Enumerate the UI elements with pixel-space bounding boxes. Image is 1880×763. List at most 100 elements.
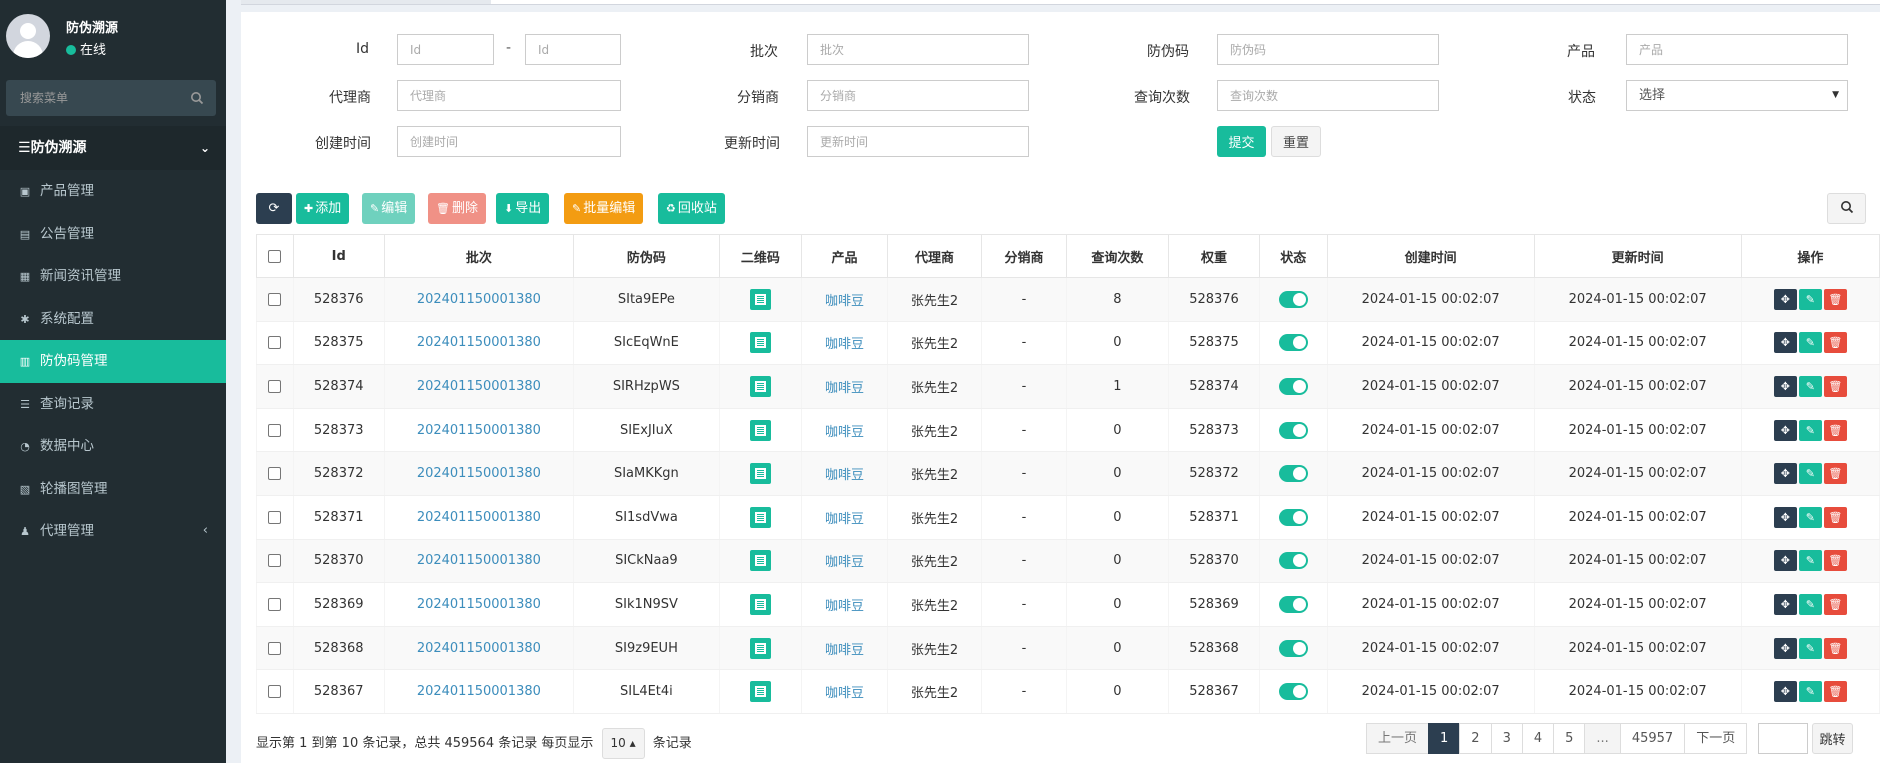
page-button-3[interactable]: 3	[1490, 723, 1523, 754]
drag-handle-icon[interactable]: ✥	[1773, 637, 1797, 659]
filter-created-input[interactable]	[397, 126, 621, 157]
row-checkbox[interactable]	[268, 467, 282, 481]
row-checkbox[interactable]	[268, 336, 282, 350]
column-header[interactable]: 创建时间	[1326, 234, 1535, 278]
table-row[interactable]: 528370 202401150001380 SICkNaa9 咖啡豆 张先生2-0 52…	[256, 538, 1880, 584]
row-checkbox[interactable]	[268, 292, 282, 306]
select-all-checkbox[interactable]	[268, 249, 282, 263]
batch-link[interactable]: 202401150001380	[417, 292, 541, 307]
status-toggle[interactable]	[1278, 595, 1308, 613]
column-header[interactable]: 状态	[1258, 234, 1328, 278]
batch-link[interactable]: 202401150001380	[417, 553, 541, 568]
row-select-cell[interactable]	[256, 277, 294, 322]
batch-link[interactable]: 202401150001380	[417, 423, 541, 438]
sidebar-section-header[interactable]: ☰防伪溯源 ⌄	[0, 126, 226, 170]
menu-search-input[interactable]	[6, 80, 186, 116]
row-delete-button[interactable]: 🗑	[1823, 550, 1847, 572]
drag-handle-icon[interactable]: ✥	[1773, 506, 1797, 528]
status-toggle[interactable]	[1278, 421, 1308, 439]
table-row[interactable]: 528369 202401150001380 SIk1N9SV 咖啡豆 张先生2-0 52…	[256, 582, 1880, 627]
delete-button[interactable]: 🗑 删除	[428, 193, 486, 224]
select-all-cell[interactable]	[256, 234, 294, 278]
page-button-5[interactable]: 5	[1553, 723, 1586, 754]
status-toggle[interactable]	[1278, 508, 1308, 526]
row-select-cell[interactable]	[256, 582, 294, 627]
add-button[interactable]: ✚ 添加	[296, 193, 350, 224]
row-delete-button[interactable]: 🗑	[1823, 419, 1847, 441]
batch-link[interactable]: 202401150001380	[417, 684, 541, 699]
reset-button[interactable]: 重置	[1271, 126, 1321, 157]
column-header[interactable]: 更新时间	[1533, 234, 1742, 278]
sidebar-item-config[interactable]: ✱ 系统配置	[0, 298, 226, 341]
row-select-cell[interactable]	[256, 320, 294, 366]
row-edit-button[interactable]: ✎	[1798, 637, 1822, 659]
status-toggle[interactable]	[1278, 290, 1308, 308]
row-edit-button[interactable]: ✎	[1798, 593, 1822, 615]
filter-dist-input[interactable]	[807, 80, 1029, 111]
sidebar-item-query[interactable]: ☰ 查询记录	[0, 383, 226, 426]
drag-handle-icon[interactable]: ✥	[1773, 288, 1797, 310]
table-row[interactable]: 528367 202401150001380 SIL4Et4i 咖啡豆 张先生2-0 52…	[256, 669, 1880, 714]
sidebar-item-notice[interactable]: ▤ 公告管理	[0, 213, 226, 256]
row-edit-button[interactable]: ✎	[1798, 288, 1822, 310]
page-button-2[interactable]: 2	[1459, 723, 1492, 754]
drag-handle-icon[interactable]: ✥	[1773, 463, 1797, 485]
page-button-1[interactable]: 1	[1428, 723, 1461, 754]
row-delete-button[interactable]: 🗑	[1823, 332, 1847, 354]
product-link[interactable]: 咖啡豆	[825, 643, 864, 658]
status-toggle[interactable]	[1278, 465, 1308, 483]
drag-handle-icon[interactable]: ✥	[1773, 332, 1797, 354]
row-edit-button[interactable]: ✎	[1798, 332, 1822, 354]
product-link[interactable]: 咖啡豆	[825, 294, 864, 309]
edit-button[interactable]: ✎ 编辑	[362, 193, 416, 224]
product-link[interactable]: 咖啡豆	[825, 512, 864, 527]
recycle-button[interactable]: ♻ 回收站	[658, 193, 725, 224]
filter-status-select[interactable]: 选择 ▼	[1626, 80, 1848, 111]
column-header[interactable]: 批次	[383, 234, 575, 278]
filter-agent-input[interactable]	[397, 80, 621, 111]
filter-code-input[interactable]	[1217, 34, 1439, 65]
batch-link[interactable]: 202401150001380	[417, 379, 541, 394]
column-header[interactable]: 二维码	[718, 234, 803, 278]
row-checkbox[interactable]	[268, 510, 282, 524]
row-delete-button[interactable]: 🗑	[1823, 637, 1847, 659]
sidebar-item-data[interactable]: ◔ 数据中心	[0, 425, 226, 468]
filter-batch-input[interactable]	[807, 34, 1029, 65]
jump-page-input[interactable]	[1758, 723, 1808, 754]
row-checkbox[interactable]	[268, 423, 282, 437]
qrcode-icon[interactable]	[749, 332, 771, 354]
drag-handle-icon[interactable]: ✥	[1773, 681, 1797, 703]
qrcode-icon[interactable]	[749, 506, 771, 528]
filter-id-from-input[interactable]	[397, 34, 494, 65]
row-select-cell[interactable]	[256, 538, 294, 584]
row-edit-button[interactable]: ✎	[1798, 375, 1822, 397]
row-select-cell[interactable]	[256, 494, 294, 540]
drag-handle-icon[interactable]: ✥	[1773, 550, 1797, 572]
status-toggle[interactable]	[1278, 377, 1308, 395]
row-select-cell[interactable]	[256, 451, 294, 496]
product-link[interactable]: 咖啡豆	[825, 337, 864, 352]
row-select-cell[interactable]	[256, 407, 294, 453]
column-header[interactable]: 分销商	[981, 234, 1067, 278]
filter-query-input[interactable]	[1217, 80, 1439, 111]
refresh-button[interactable]: ⟳	[256, 193, 292, 224]
status-toggle[interactable]	[1278, 683, 1308, 701]
row-edit-button[interactable]: ✎	[1798, 463, 1822, 485]
row-checkbox[interactable]	[268, 641, 282, 655]
sidebar-item-agent[interactable]: ♟ 代理管理 ‹	[0, 510, 226, 553]
column-header[interactable]: 产品	[801, 234, 888, 278]
page-size-select[interactable]: 10 ▴	[601, 728, 645, 759]
row-checkbox[interactable]	[268, 379, 282, 393]
qrcode-icon[interactable]	[749, 463, 771, 485]
filter-updated-input[interactable]	[807, 126, 1029, 157]
product-link[interactable]: 咖啡豆	[825, 425, 864, 440]
next-page-button[interactable]: 下一页	[1684, 723, 1748, 754]
batch-link[interactable]: 202401150001380	[417, 510, 541, 525]
qrcode-icon[interactable]	[749, 681, 771, 703]
table-row[interactable]: 528374 202401150001380 SIRHzpWS 咖啡豆 张先生2-1 52…	[256, 364, 1880, 409]
row-delete-button[interactable]: 🗑	[1823, 681, 1847, 703]
table-row[interactable]: 528368 202401150001380 SI9z9EUH 咖啡豆 张先生2-0 52…	[256, 625, 1880, 671]
qrcode-icon[interactable]	[749, 419, 771, 441]
table-search-button[interactable]	[1827, 193, 1866, 224]
filter-product-input[interactable]	[1626, 34, 1848, 65]
